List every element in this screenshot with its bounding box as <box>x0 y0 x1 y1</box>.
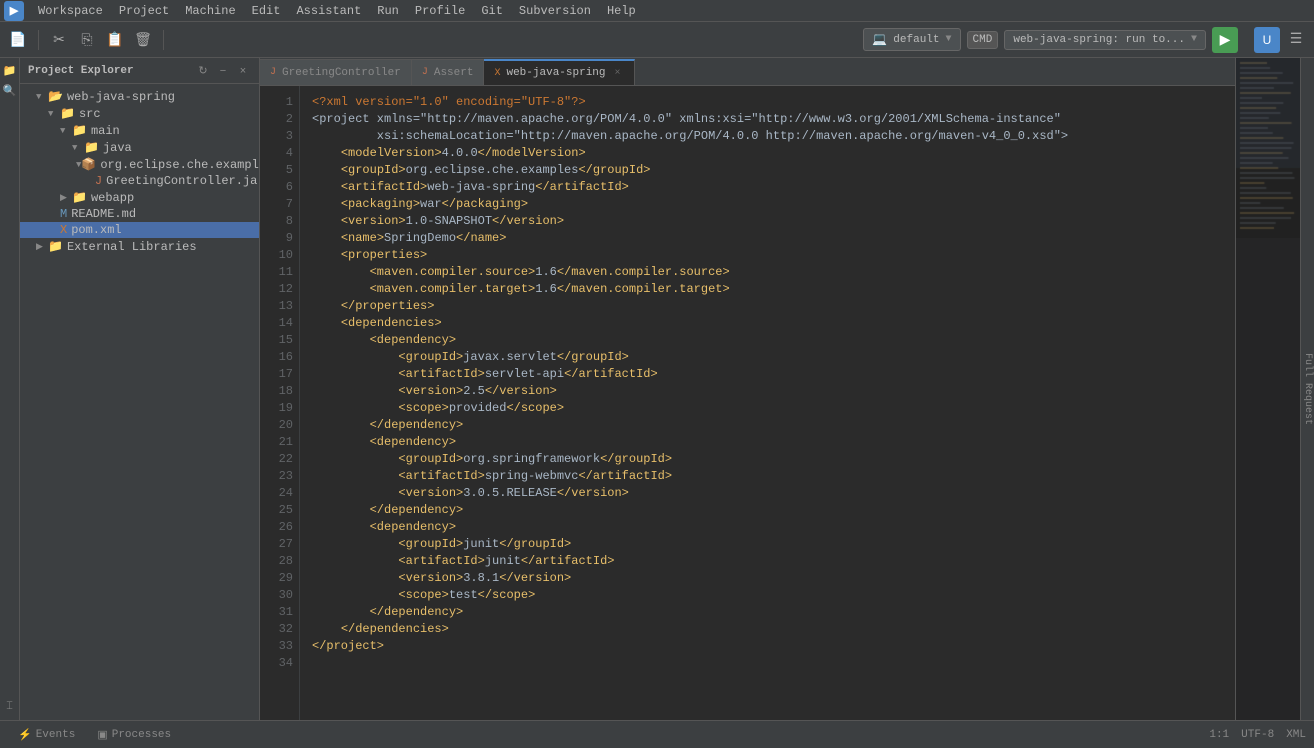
tree-item-src[interactable]: ▼ 📁 src <box>20 105 259 122</box>
status-file-type: XML <box>1286 729 1306 741</box>
toolbar-user-btn[interactable]: U <box>1254 27 1280 53</box>
tab-xml-icon: X <box>494 68 500 79</box>
tab-assert-java-icon: J <box>422 67 428 78</box>
run-env-label: default <box>893 34 939 46</box>
tree-item-readme[interactable]: ▶ M README.md <box>20 206 259 222</box>
icon-bar-search[interactable]: 🔍 <box>1 82 19 100</box>
toolbar-new-btn[interactable]: 📄 <box>6 28 30 52</box>
file-tree: ▼ 📂 web-java-spring ▼ 📁 src ▼ 📁 main ▼ 📁… <box>20 84 259 720</box>
full-request-panel[interactable]: Full Request <box>1300 58 1314 720</box>
tree-item-package[interactable]: ▼ 📦 org.eclipse.che.example... <box>20 156 259 173</box>
menu-edit[interactable]: Edit <box>244 2 289 20</box>
menu-bar: ▶ Workspace Project Machine Edit Assista… <box>0 0 1314 22</box>
panel-collapse-btn[interactable]: − <box>215 63 231 79</box>
menu-git[interactable]: Git <box>473 2 511 20</box>
app-logo: ▶ <box>4 1 24 21</box>
code-editor[interactable]: 1234567891011121314151617181920212223242… <box>260 86 1235 720</box>
toolbar-copy-btn[interactable]: ⎘ <box>75 28 99 52</box>
menu-subversion[interactable]: Subversion <box>511 2 599 20</box>
tab-assert-label: Assert <box>434 67 474 79</box>
panel-refresh-btn[interactable]: ↻ <box>195 63 211 79</box>
icon-bar-explorer[interactable]: 📁 <box>1 62 19 80</box>
tree-item-external-libs[interactable]: ▶ 📁 External Libraries <box>20 238 259 255</box>
tab-bar: J GreetingController J Assert X web-java… <box>260 58 1235 86</box>
tree-item-webapp[interactable]: ▶ 📁 webapp <box>20 189 259 206</box>
footer-status-right: 1:1 UTF-8 XML <box>1209 729 1306 741</box>
project-explorer-title: Project Explorer <box>28 65 134 77</box>
toolbar-cut-btn[interactable]: ✂ <box>47 28 71 52</box>
tree-item-root[interactable]: ▼ 📂 web-java-spring <box>20 88 259 105</box>
tab-greeting-java-icon: J <box>270 67 276 78</box>
run-button[interactable]: ▶ <box>1212 27 1238 53</box>
run-config-selector[interactable]: web-java-spring: run to... ▼ <box>1004 30 1206 50</box>
line-numbers: 1234567891011121314151617181920212223242… <box>260 86 300 720</box>
minimap <box>1235 58 1300 720</box>
icon-bar-git[interactable]: ⌶ <box>1 698 19 716</box>
status-position: 1:1 <box>1209 729 1229 741</box>
tab-web-java-label: web-java-spring <box>506 67 605 79</box>
main-layout: 📁 🔍 ⌶ Project Explorer ↻ − × ▼ 📂 web-jav… <box>0 58 1314 720</box>
menu-workspace[interactable]: Workspace <box>30 2 111 20</box>
tab-web-java-spring[interactable]: X web-java-spring × <box>484 59 634 85</box>
panel-actions: ↻ − × <box>195 63 251 79</box>
toolbar: 📄 ✂ ⎘ 📋 🗑 💻 default ▼ CMD web-java-sprin… <box>0 22 1314 58</box>
run-type-badge: CMD <box>967 31 999 49</box>
tab-greeting-label: GreetingController <box>282 67 401 79</box>
code-content[interactable]: <?xml version="1.0" encoding="UTF-8"?><p… <box>300 86 1235 720</box>
tab-close-btn[interactable]: × <box>612 67 624 79</box>
minimap-canvas <box>1236 58 1300 238</box>
menu-project[interactable]: Project <box>111 2 177 20</box>
menu-run[interactable]: Run <box>369 2 407 20</box>
panel-close-btn[interactable]: × <box>235 63 251 79</box>
processes-label: Processes <box>112 729 171 741</box>
footer: ⚡ Events ▣ Processes 1:1 UTF-8 XML <box>0 720 1314 748</box>
tab-assert[interactable]: J Assert <box>412 59 485 85</box>
tab-greeting-controller[interactable]: J GreetingController <box>260 59 412 85</box>
toolbar-separator-2 <box>163 30 164 50</box>
toolbar-settings-btn[interactable]: ☰ <box>1284 27 1308 51</box>
menu-machine[interactable]: Machine <box>177 2 243 20</box>
footer-tab-events[interactable]: ⚡ Events <box>8 726 85 744</box>
events-icon: ⚡ <box>18 728 32 742</box>
editor-area: J GreetingController J Assert X web-java… <box>260 58 1235 720</box>
project-explorer-header: Project Explorer ↻ − × <box>20 58 259 84</box>
tree-item-pom-xml[interactable]: ▶ X pom.xml <box>20 222 259 238</box>
tree-item-main[interactable]: ▼ 📁 main <box>20 122 259 139</box>
toolbar-delete-btn[interactable]: 🗑 <box>131 28 155 52</box>
status-encoding: UTF-8 <box>1241 729 1274 741</box>
tree-item-java[interactable]: ▼ 📁 java <box>20 139 259 156</box>
full-request-label: Full Request <box>1300 345 1314 433</box>
events-label: Events <box>36 729 76 741</box>
menu-help[interactable]: Help <box>599 2 644 20</box>
run-env-selector[interactable]: 💻 default ▼ <box>863 28 960 51</box>
processes-icon: ▣ <box>97 728 107 742</box>
toolbar-separator-1 <box>38 30 39 50</box>
project-explorer: Project Explorer ↻ − × ▼ 📂 web-java-spri… <box>20 58 260 720</box>
icon-bar: 📁 🔍 ⌶ <box>0 58 20 720</box>
footer-tab-processes[interactable]: ▣ Processes <box>87 726 181 744</box>
menu-profile[interactable]: Profile <box>407 2 473 20</box>
menu-assistant[interactable]: Assistant <box>288 2 369 20</box>
tree-item-greeting-controller[interactable]: ▶ J GreetingController.ja... <box>20 173 259 189</box>
run-config: 💻 default ▼ CMD web-java-spring: run to.… <box>863 27 1238 53</box>
toolbar-paste-btn[interactable]: 📋 <box>103 28 127 52</box>
run-config-name: web-java-spring: run to... <box>1013 34 1185 46</box>
